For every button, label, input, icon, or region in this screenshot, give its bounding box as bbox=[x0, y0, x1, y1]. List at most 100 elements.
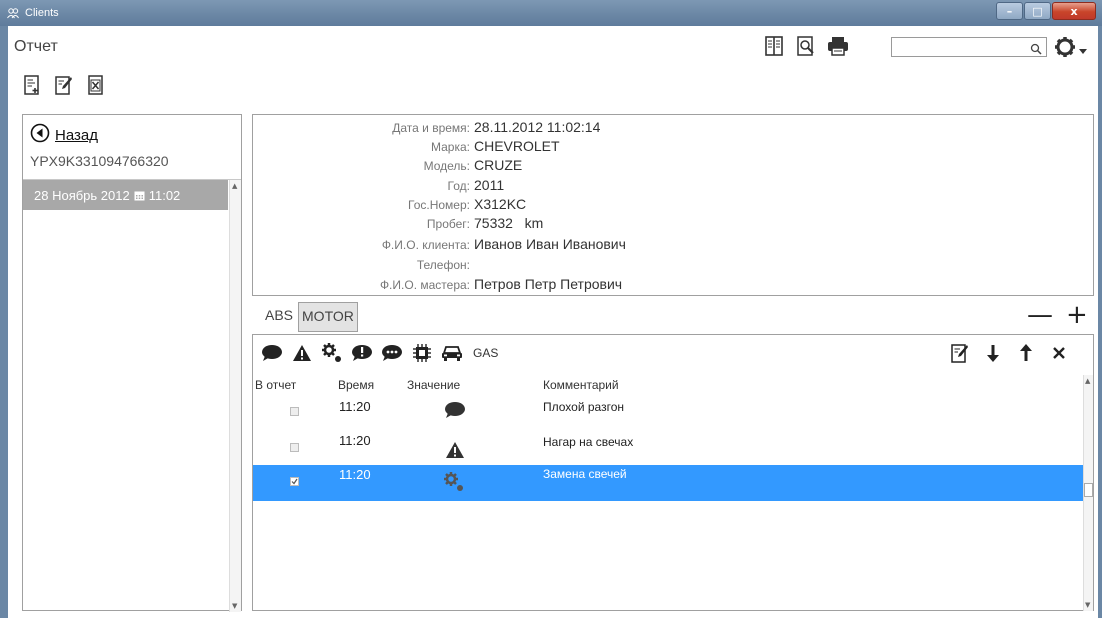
info-label: Ф.И.О. клиента: bbox=[381, 238, 470, 252]
info-value: 75332 km bbox=[474, 215, 544, 231]
date-text: 28 Ноябрь 2012 bbox=[34, 187, 130, 203]
info-row-make: Марка: CHEVROLET bbox=[253, 137, 1095, 157]
table-row-selected[interactable]: 11:20 Замена свечей bbox=[253, 465, 1083, 501]
row-time: 11:20 bbox=[339, 399, 371, 414]
info-label: Телефон: bbox=[416, 258, 470, 272]
info-label: Гос.Номер: bbox=[408, 198, 470, 212]
info-row-plate: Гос.Номер: X312KC bbox=[253, 195, 1095, 215]
add-document-icon[interactable] bbox=[22, 73, 42, 97]
delete-document-icon[interactable] bbox=[86, 73, 106, 97]
close-icon[interactable] bbox=[1048, 342, 1070, 364]
gears-icon bbox=[443, 471, 465, 496]
back-label: Назад bbox=[55, 126, 98, 144]
edit-document-icon[interactable] bbox=[54, 73, 74, 97]
info-label: Год: bbox=[447, 179, 470, 193]
arrow-up-icon[interactable] bbox=[1015, 342, 1037, 364]
comment-icon[interactable] bbox=[261, 342, 283, 364]
warning-icon bbox=[445, 441, 465, 462]
report-checkbox[interactable] bbox=[290, 477, 299, 486]
chevron-down-icon bbox=[1079, 40, 1087, 59]
info-value: Петров Петр Петрович bbox=[474, 276, 623, 292]
info-label: Пробег: bbox=[426, 217, 470, 231]
window-left-border bbox=[0, 26, 8, 618]
row-time: 11:20 bbox=[339, 433, 371, 448]
expand-button[interactable]: + bbox=[1066, 300, 1088, 330]
info-row-year: Год: 2011 bbox=[253, 176, 1095, 196]
gas-filter[interactable]: GAS bbox=[473, 346, 498, 360]
maximize-button[interactable]: □ bbox=[1024, 2, 1051, 20]
chat-icon[interactable] bbox=[381, 342, 403, 364]
scroll-thumb[interactable] bbox=[1084, 483, 1093, 497]
tab-motor[interactable]: MOTOR bbox=[298, 302, 358, 332]
calendar-icon bbox=[134, 190, 145, 201]
info-value: CHEVROLET bbox=[474, 138, 560, 154]
info-label: Марка: bbox=[431, 140, 470, 154]
info-value: Иванов Иван Иванович bbox=[474, 236, 626, 252]
info-value: X312KC bbox=[474, 196, 527, 212]
column-in-report[interactable]: В отчет bbox=[255, 378, 296, 392]
event-type-toolbar: GAS bbox=[261, 342, 498, 364]
warning-icon[interactable] bbox=[291, 342, 313, 364]
date-item[interactable]: 28 Ноябрь 2012 11:02 bbox=[23, 180, 228, 210]
close-button[interactable]: x bbox=[1052, 2, 1096, 20]
info-row-master: Ф.И.О. мастера: Петров Петр Петрович bbox=[253, 275, 1095, 295]
scroll-up-icon[interactable]: ▲ bbox=[1085, 377, 1090, 385]
info-value: 2011 bbox=[474, 177, 505, 193]
window-right-border bbox=[1098, 26, 1102, 618]
edit-icon[interactable] bbox=[949, 342, 971, 364]
top-toolbar bbox=[763, 35, 859, 57]
search-input[interactable] bbox=[892, 38, 1030, 56]
table-row[interactable]: 11:20 Плохой разгон bbox=[253, 395, 1083, 431]
car-icon[interactable] bbox=[441, 342, 463, 364]
tab-abs[interactable]: ABS bbox=[260, 302, 298, 332]
alert-comment-icon[interactable] bbox=[351, 342, 373, 364]
info-row-model: Модель: CRUZE bbox=[253, 156, 1095, 176]
comment-icon bbox=[444, 401, 466, 422]
row-comment: Плохой разгон bbox=[543, 400, 625, 414]
system-tabs: ABS MOTOR bbox=[260, 302, 358, 332]
info-row-client: Ф.И.О. клиента: Иванов Иван Иванович bbox=[253, 235, 1095, 255]
row-time: 11:20 bbox=[339, 467, 371, 482]
users-icon bbox=[6, 6, 20, 20]
time-text: 11:02 bbox=[148, 187, 181, 203]
table-header: В отчет Время Значение Комментарий bbox=[253, 375, 1085, 395]
info-label: Модель: bbox=[423, 159, 470, 173]
action-toolbar bbox=[22, 73, 118, 97]
info-value: CRUZE bbox=[474, 157, 523, 173]
history-panel: Назад YPX9K331094766320 28 Ноябрь 2012 1… bbox=[22, 114, 242, 612]
print-icon[interactable] bbox=[827, 35, 849, 57]
table-row[interactable]: 11:20 Нагар на свечах bbox=[253, 431, 1083, 467]
info-row-phone: Телефон: bbox=[253, 255, 1095, 275]
gear-icon bbox=[1053, 35, 1079, 63]
collapse-button[interactable]: — bbox=[1027, 300, 1053, 330]
date-list: 28 Ноябрь 2012 11:02 ▲ ▼ bbox=[23, 179, 241, 612]
scroll-up-icon[interactable]: ▲ bbox=[232, 182, 237, 190]
page-title: Отчет bbox=[14, 38, 58, 55]
report-checkbox[interactable] bbox=[290, 443, 299, 452]
vin-number: YPX9K331094766320 bbox=[30, 153, 169, 169]
column-time[interactable]: Время bbox=[338, 378, 374, 392]
back-arrow-icon bbox=[30, 123, 50, 147]
events-scrollbar[interactable]: ▲ ▼ bbox=[1083, 375, 1093, 611]
window-controls: – □ x bbox=[995, 2, 1096, 20]
minimize-button[interactable]: – bbox=[996, 2, 1023, 20]
columns-icon[interactable] bbox=[763, 35, 785, 57]
date-list-scrollbar[interactable]: ▲ ▼ bbox=[229, 180, 241, 612]
events-panel: GAS В отчет Время Значение Комментарий 1… bbox=[252, 334, 1094, 611]
scroll-down-icon[interactable]: ▼ bbox=[232, 602, 237, 610]
back-link[interactable]: Назад bbox=[30, 123, 98, 147]
search-icon[interactable] bbox=[1030, 40, 1044, 55]
report-checkbox[interactable] bbox=[290, 407, 299, 416]
settings-menu[interactable] bbox=[1053, 35, 1087, 63]
info-value: 28.11.2012 11:02:14 bbox=[474, 119, 601, 135]
scroll-down-icon[interactable]: ▼ bbox=[1085, 601, 1090, 609]
preview-icon[interactable] bbox=[795, 35, 817, 57]
event-actions-toolbar bbox=[949, 342, 1081, 364]
arrow-down-icon[interactable] bbox=[982, 342, 1004, 364]
search-box bbox=[891, 37, 1047, 57]
column-value[interactable]: Значение bbox=[407, 378, 460, 392]
gears-icon[interactable] bbox=[321, 342, 343, 364]
chip-icon[interactable] bbox=[411, 342, 433, 364]
column-comment[interactable]: Комментарий bbox=[543, 378, 619, 392]
info-label: Дата и время: bbox=[392, 121, 470, 135]
